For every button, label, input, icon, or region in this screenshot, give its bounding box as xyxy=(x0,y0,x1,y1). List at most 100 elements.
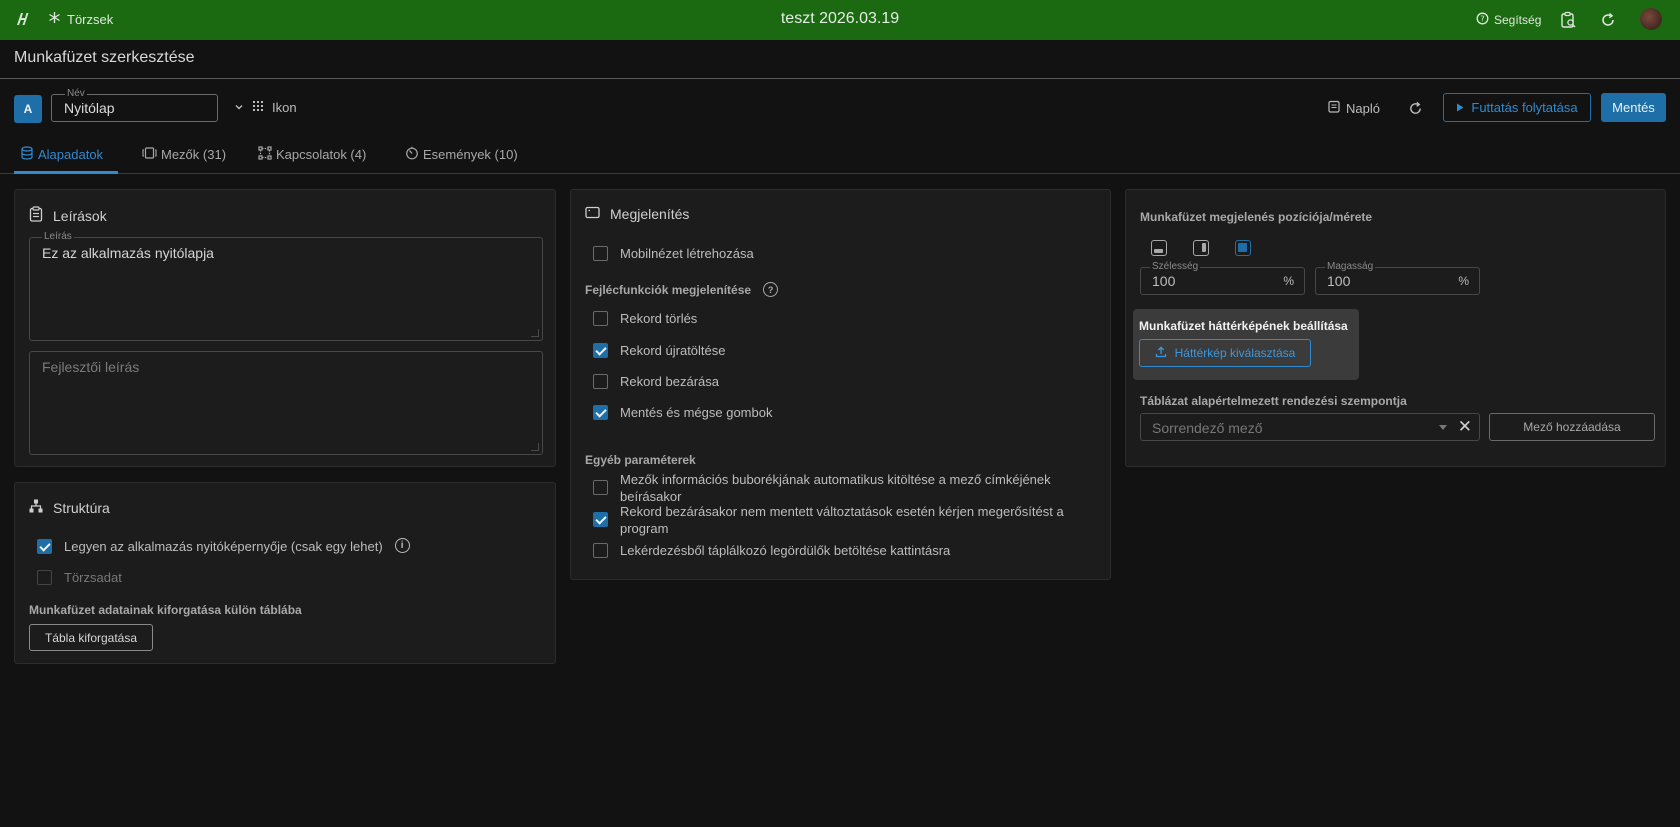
active-tab-indicator xyxy=(14,171,118,174)
dropdown-caret-icon[interactable] xyxy=(1439,425,1447,430)
icon-select-label: Ikon xyxy=(272,100,297,115)
developer-description-textarea[interactable]: Fejlesztői leírás xyxy=(29,351,543,455)
page-title: Munkafüzet szerkesztése xyxy=(14,49,195,66)
database-icon xyxy=(20,146,34,163)
play-icon xyxy=(1456,100,1464,115)
app-icon-badge[interactable]: A xyxy=(14,95,42,123)
structure-title-label: Struktúra xyxy=(53,499,110,516)
master-data-checkbox-row: Törzsadat xyxy=(37,569,122,586)
nav-torzsek-label: Törzsek xyxy=(67,11,114,27)
layout-bottom-icon[interactable] xyxy=(1151,240,1167,256)
refresh-icon[interactable] xyxy=(1598,10,1618,30)
master-data-checkbox xyxy=(37,570,52,585)
tab-label: Események (10) xyxy=(423,147,518,162)
app-logo-icon[interactable] xyxy=(14,10,34,30)
continue-run-label: Futtatás folytatása xyxy=(1471,100,1578,115)
tab-mezok[interactable]: Mezők (31) xyxy=(142,146,226,163)
tab-label: Mezők (31) xyxy=(161,147,227,162)
upload-icon xyxy=(1155,345,1167,361)
clipboard-search-icon[interactable] xyxy=(1558,10,1578,30)
tab-alapadatok[interactable]: Alapadatok xyxy=(20,146,103,163)
height-label: Magasság xyxy=(1325,261,1376,272)
record-reload-checkbox-row[interactable]: Rekord újratöltése xyxy=(593,342,726,359)
display-panel: Megjelenítés Mobilnézet létrehozása Fejl… xyxy=(570,189,1111,580)
display-title: Megjelenítés xyxy=(585,206,689,222)
confirm-unsaved-label: Rekord bezárásakor nem mentett változtat… xyxy=(620,504,1064,536)
other-params-heading: Egyéb paraméterek xyxy=(585,453,696,467)
record-delete-checkbox-row[interactable]: Rekord törlés xyxy=(593,310,697,327)
save-cancel-checkbox[interactable] xyxy=(593,405,608,420)
info-icon[interactable]: i xyxy=(394,538,410,553)
hierarchy-icon xyxy=(29,499,43,516)
tab-label: Kapcsolatok (4) xyxy=(276,147,367,162)
clear-icon[interactable]: ✕ xyxy=(1458,417,1472,437)
record-close-checkbox-row[interactable]: Rekord bezárása xyxy=(593,373,719,390)
sort-field-select[interactable]: Sorrendező mező ✕ xyxy=(1140,413,1480,441)
nav-torzsek-button[interactable]: Törzsek xyxy=(48,11,113,27)
lazy-dropdown-checkbox[interactable] xyxy=(593,543,608,558)
reload-icon[interactable] xyxy=(1404,97,1426,119)
master-data-label: Törzsadat xyxy=(64,570,122,585)
height-value[interactable]: 100 xyxy=(1327,273,1350,289)
fields-icon xyxy=(142,146,157,163)
width-value[interactable]: 100 xyxy=(1152,273,1175,289)
log-button[interactable]: Napló xyxy=(1328,100,1380,116)
developer-description-placeholder: Fejlesztői leírás xyxy=(42,359,140,375)
log-icon xyxy=(1328,100,1340,116)
confirm-unsaved-checkbox-row[interactable]: Rekord bezárásakor nem mentett változtat… xyxy=(593,503,1073,537)
pivot-table-button[interactable]: Tábla kiforgatása xyxy=(29,624,153,651)
user-avatar[interactable] xyxy=(1640,8,1662,30)
sort-heading: Táblázat alapértelmezett rendezési szemp… xyxy=(1140,394,1407,408)
lazy-dropdown-checkbox-row[interactable]: Lekérdezésből táplálkozó legördülők betö… xyxy=(593,542,950,559)
save-button[interactable]: Mentés xyxy=(1601,93,1666,122)
tooltip-autofill-checkbox-row[interactable]: Mezők információs buborékjának automatik… xyxy=(593,471,1073,505)
tab-esemenyek[interactable]: Események (10) xyxy=(405,146,518,163)
save-cancel-checkbox-row[interactable]: Mentés és mégse gombok xyxy=(593,404,772,421)
sort-field-placeholder: Sorrendező mező xyxy=(1152,420,1263,436)
top-bar: Törzsek teszt 2026.03.19 ? Segítség xyxy=(0,0,1680,40)
description-textarea[interactable]: Leírás Ez az alkalmazás nyitólapja xyxy=(29,231,543,341)
help-label: Segítség xyxy=(1494,13,1542,27)
timer-icon xyxy=(405,146,419,163)
layout-side-icon[interactable] xyxy=(1193,240,1209,256)
continue-run-button[interactable]: Futtatás folytatása xyxy=(1443,93,1591,122)
record-delete-checkbox[interactable] xyxy=(593,311,608,326)
tab-kapcsolatok[interactable]: Kapcsolatok (4) xyxy=(258,146,366,163)
clipboard-list-icon xyxy=(29,206,43,225)
name-field-value[interactable]: Nyitólap xyxy=(64,100,115,116)
confirm-unsaved-checkbox[interactable] xyxy=(593,512,608,527)
tooltip-autofill-checkbox[interactable] xyxy=(593,480,608,495)
resize-handle[interactable] xyxy=(531,443,539,451)
tab-bar: Alapadatok Mezők (31) Kapcsolatok (4) Es… xyxy=(0,140,1680,174)
descriptions-title-label: Leírások xyxy=(53,207,107,224)
descriptions-panel: Leírások Leírás Ez az alkalmazás nyitóla… xyxy=(14,189,556,467)
title-divider xyxy=(0,78,1680,79)
add-field-button[interactable]: Mező hozzáadása xyxy=(1489,413,1655,441)
width-field[interactable]: Szélesség 100 % xyxy=(1140,261,1305,295)
app-title: teszt 2026.03.19 xyxy=(780,10,900,27)
start-screen-checkbox[interactable] xyxy=(37,539,52,554)
width-unit: % xyxy=(1283,274,1294,288)
start-screen-checkbox-row[interactable]: Legyen az alkalmazás nyitóképernyője (cs… xyxy=(37,538,410,555)
icon-select[interactable]: Ikon xyxy=(234,100,297,115)
mobile-view-checkbox-row[interactable]: Mobilnézet létrehozása xyxy=(593,245,754,262)
name-field[interactable]: Név Nyitólap xyxy=(51,88,218,122)
height-field[interactable]: Magasság 100 % xyxy=(1315,261,1480,295)
description-value[interactable]: Ez az alkalmazás nyitólapja xyxy=(42,245,214,261)
layout-full-icon[interactable] xyxy=(1235,240,1251,256)
help-button[interactable]: ? Segítség xyxy=(1476,12,1541,28)
question-icon[interactable]: ? xyxy=(763,282,779,297)
record-reload-checkbox[interactable] xyxy=(593,343,608,358)
choose-background-button[interactable]: Háttérkép kiválasztása xyxy=(1139,339,1311,367)
record-close-label: Rekord bezárása xyxy=(620,374,719,389)
structure-title: Struktúra xyxy=(29,499,110,516)
choose-background-label: Háttérkép kiválasztása xyxy=(1174,346,1296,360)
mobile-view-checkbox[interactable] xyxy=(593,246,608,261)
resize-handle[interactable] xyxy=(531,329,539,337)
record-close-checkbox[interactable] xyxy=(593,374,608,389)
descriptions-title: Leírások xyxy=(29,206,107,225)
save-cancel-label: Mentés és mégse gombok xyxy=(620,405,773,420)
start-screen-label: Legyen az alkalmazás nyitóképernyője (cs… xyxy=(64,539,383,554)
background-image-heading: Munkafüzet háttérképének beállítása xyxy=(1139,319,1348,333)
grid-icon xyxy=(252,100,264,115)
